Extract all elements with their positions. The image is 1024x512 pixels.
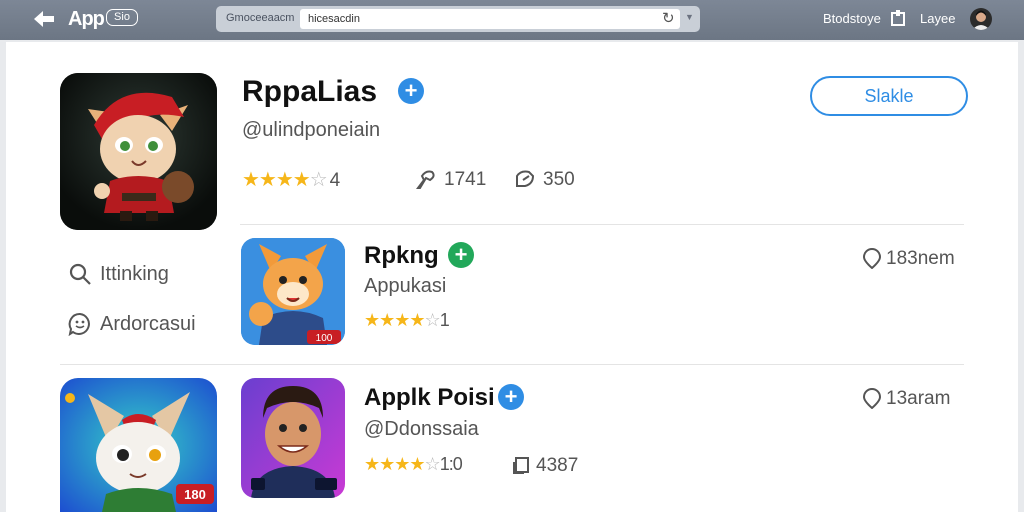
list-item-subtitle: Appukasi [364,275,447,297]
list-item-count: 4387 [536,455,579,476]
list-item-rating-stars: ★★★★☆1 [364,310,450,330]
copy-icon [513,457,529,474]
featured-app-handle: @ulindponeiain [242,119,381,141]
list-item-time: 183nem [886,248,955,269]
featured-rating-stars: ★★★★☆ 4 [242,169,341,191]
list-item-rating-value: 1:0 [439,454,463,474]
list-item-rating-stars: ★★★★☆1:0 [364,454,463,474]
location-pin-icon [862,387,882,409]
dropdown-arrow-icon[interactable]: ▼ [685,12,694,22]
back-arrow-icon[interactable] [32,9,56,29]
sidebar-item-discover[interactable]: Ardorcasui [100,313,196,336]
list-item-time: 13aram [886,388,951,409]
featured-app-name: RppaLias [242,75,378,108]
chat-face-icon [68,312,90,336]
list-item-subtitle: @Ddonssaia [364,418,479,440]
location-pin-icon [862,247,882,269]
featured-downloads: 1741 [444,169,487,190]
promo-app-icon[interactable]: 180 [60,378,217,512]
address-bar: Gmoceeaacm ↻ ▼ [216,6,700,32]
featured-rating-value: 4 [329,170,341,191]
reload-icon[interactable]: ↻ [662,9,675,27]
divider [60,364,964,365]
featured-app-icon[interactable] [60,73,217,230]
list-item-tag: 100 [316,333,333,344]
verified-badge-icon: + [448,242,474,268]
list-item-icon[interactable] [241,378,345,498]
top-toolbar: App Sio Gmoceeaacm ↻ ▼ Btodstoye Layee [0,0,1024,40]
app-logo[interactable]: App [68,8,105,31]
search-icon [69,263,91,285]
verified-badge-icon: + [498,384,524,410]
comment-icon [516,170,535,187]
list-item-name[interactable]: Applk Poisi [364,384,495,412]
url-input[interactable] [300,9,680,29]
list-item-icon[interactable]: 100 [241,238,345,345]
logo-badge: Sio [106,9,138,26]
list-item-name[interactable]: Rpkng [364,242,439,270]
divider [240,224,964,225]
featured-comments: 350 [543,169,575,190]
address-label: Gmoceeaacm [226,12,295,24]
bookmark-icon[interactable] [890,10,906,26]
nav-link-browse[interactable]: Btodstoye [823,11,881,26]
verified-badge-icon: + [398,78,424,104]
promo-tag: 180 [184,487,206,502]
follow-button[interactable]: Slakle [810,76,968,116]
list-item-rating-value: 1 [439,310,450,330]
sidebar-item-trending[interactable]: Ittinking [100,263,169,286]
nav-link-layer[interactable]: Layee [920,11,955,26]
download-icon [416,170,435,189]
user-avatar[interactable] [970,8,992,30]
